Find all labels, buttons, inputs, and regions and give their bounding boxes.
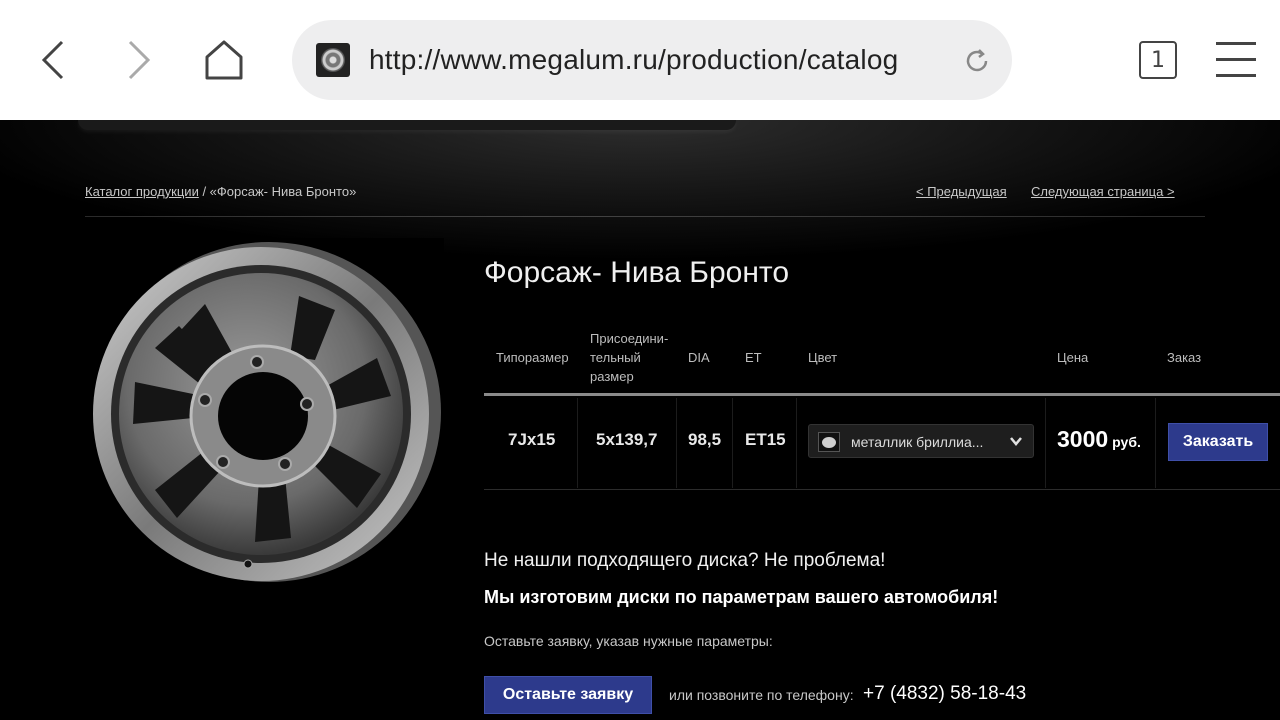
url-text[interactable]: http://www.megalum.ru/production/catalog xyxy=(369,44,898,76)
breadcrumb-separator: / xyxy=(198,184,210,199)
menu-button[interactable] xyxy=(1216,42,1256,78)
cell-pcd: 5x139,7 xyxy=(596,430,658,449)
page-content: Каталог продукции / «Форсаж- Нива Бронто… xyxy=(0,120,1280,720)
breadcrumb: Каталог продукции / «Форсаж- Нива Бронто… xyxy=(85,184,356,199)
price: 3000 руб. xyxy=(1057,426,1141,453)
promo-heading: Не нашли подходящего диска? Не проблема! xyxy=(484,550,886,571)
price-currency: руб. xyxy=(1112,434,1141,450)
home-button[interactable] xyxy=(200,36,248,84)
forward-button[interactable] xyxy=(114,36,162,84)
promo-subheading: Мы изготовим диски по параметрам вашего … xyxy=(484,587,999,607)
table-row-line xyxy=(484,489,1280,490)
home-icon xyxy=(205,40,243,80)
back-button[interactable] xyxy=(30,36,78,84)
header-price: Цена xyxy=(1057,350,1089,365)
price-value: 3000 xyxy=(1057,426,1109,452)
header-pcd-line2: тельный xyxy=(590,350,641,365)
breadcrumb-current: «Форсаж- Нива Бронто» xyxy=(209,184,357,199)
color-selected-value: металлик бриллиа... xyxy=(851,434,984,450)
breadcrumb-catalog-link[interactable]: Каталог продукции xyxy=(85,184,199,199)
chevron-down-icon xyxy=(1010,437,1022,446)
cell-et: ET15 xyxy=(745,430,786,449)
cell-size: 7Jx15 xyxy=(508,430,556,449)
request-button[interactable]: Оставьте заявку xyxy=(484,676,652,714)
table-header-line xyxy=(484,393,1280,396)
wheel-image xyxy=(93,242,441,582)
header-pcd: Присоедини- тельный размер xyxy=(590,329,668,386)
back-arrow-icon xyxy=(41,40,64,80)
column-separator xyxy=(577,398,578,488)
header-bar xyxy=(78,120,736,130)
site-favicon-icon xyxy=(316,43,350,77)
promo-instructions: Оставьте заявку, указав нужные параметры… xyxy=(484,633,773,649)
column-separator xyxy=(676,398,677,488)
tabs-button[interactable]: 1 xyxy=(1139,41,1177,79)
product-image[interactable] xyxy=(85,238,444,590)
product-title: Форсаж- Нива Бронто xyxy=(484,256,790,289)
address-bar[interactable]: http://www.megalum.ru/production/catalog xyxy=(292,20,1012,100)
column-separator xyxy=(1155,398,1156,488)
header-pcd-line3: размер xyxy=(590,369,634,384)
forward-arrow-icon xyxy=(128,40,151,80)
prev-page-link[interactable]: < Предыдущая xyxy=(916,184,1007,199)
header-size: Типоразмер xyxy=(496,350,569,365)
color-swatch xyxy=(818,432,840,452)
phone-number[interactable]: +7 (4832) 58-18-43 xyxy=(863,683,1026,705)
color-select[interactable]: металлик бриллиа... xyxy=(808,424,1034,458)
browser-toolbar: http://www.megalum.ru/production/catalog… xyxy=(0,0,1280,120)
reload-button[interactable] xyxy=(962,46,992,81)
divider xyxy=(85,216,1205,217)
header-order: Заказ xyxy=(1167,350,1202,365)
header-dia: DIA xyxy=(688,350,710,365)
call-text: или позвоните по телефону: xyxy=(669,687,854,703)
column-separator xyxy=(732,398,733,488)
header-color: Цвет xyxy=(808,350,838,365)
column-separator xyxy=(796,398,797,488)
order-button[interactable]: Заказать xyxy=(1168,423,1268,461)
header-et: ET xyxy=(745,350,762,365)
header-pcd-line1: Присоедини- xyxy=(590,331,669,346)
column-separator xyxy=(1045,398,1046,488)
reload-icon xyxy=(966,49,988,72)
cell-dia: 98,5 xyxy=(688,430,722,449)
next-page-link[interactable]: Следующая страница > xyxy=(1031,184,1175,199)
